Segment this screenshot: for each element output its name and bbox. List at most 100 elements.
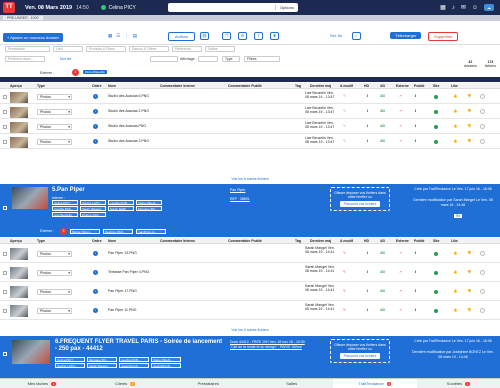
user-pill[interactable]: Mylène ASS... <box>80 212 106 217</box>
type-select[interactable]: Type <box>222 56 240 62</box>
user-pill[interactable]: Morgane BO... <box>87 357 117 362</box>
hd-icon[interactable]: ⬇ <box>366 308 369 312</box>
order-badge[interactable]: i <box>93 124 98 129</box>
col-43[interactable]: 4/3 <box>380 84 385 88</box>
external-pill[interactable]: Beatrice PAR... <box>103 229 133 234</box>
order-badge[interactable]: i <box>93 270 98 275</box>
browse-files-button[interactable]: Parcourir vos fichiers <box>339 201 381 207</box>
more-icon[interactable] <box>480 289 485 294</box>
lock-icon[interactable]: ♜ <box>270 32 279 40</box>
table-row[interactable]: Photos i Studio des Acacias.PNG Lise Beu… <box>0 120 500 134</box>
user-pill[interactable]: Joséphine B... <box>151 363 181 368</box>
col-apercu[interactable]: Aperçu <box>10 84 22 88</box>
ratio-43[interactable]: 4/3 <box>380 289 385 293</box>
col-like[interactable]: Like <box>451 239 458 243</box>
site-status-dot[interactable] <box>434 290 438 294</box>
table-row[interactable]: Photos i Studio des Acacias 3.PNG Lise B… <box>0 135 500 149</box>
col-nom[interactable]: Nom <box>108 239 116 243</box>
download-button[interactable]: Télécharger <box>390 32 422 39</box>
site-status-dot[interactable] <box>434 271 438 275</box>
export-icon[interactable]: ⇪ <box>254 32 263 40</box>
folder-banner[interactable]: 5.Pan Piper Pan Piper REF : 38891 Intern… <box>0 184 500 237</box>
dislike-icon[interactable]: 👎 <box>467 270 471 274</box>
user-pill[interactable]: Sarah Mangel <box>80 206 106 211</box>
row-checkbox[interactable] <box>3 125 7 129</box>
row-thumbnail[interactable] <box>10 248 28 260</box>
tree-view-icon[interactable]: ⋮ <box>124 33 129 39</box>
more-icon[interactable] <box>480 308 485 313</box>
folder-link[interactable]: Pan Piper <box>230 188 245 192</box>
folder-title[interactable]: 6.FREQUENT FLYER TRAVEL PARIS - Soirée d… <box>55 339 225 353</box>
site-status-dot[interactable] <box>434 252 438 256</box>
folder-thumbnail[interactable] <box>12 187 48 209</box>
dislike-icon[interactable]: 👎 <box>467 251 471 255</box>
table-row[interactable]: Photos i Pan Piper 13.PNG Sarah Mangel V… <box>0 245 500 263</box>
type-select[interactable]: Photos <box>37 94 72 100</box>
user-pill[interactable]: Joséphine B... <box>119 363 149 368</box>
type-select[interactable]: Photos <box>37 139 72 145</box>
place-filter[interactable]: Lieu <box>53 46 83 52</box>
user-pill[interactable]: Claire DELAI... <box>151 357 181 362</box>
publish-icon[interactable]: ⬇ <box>414 139 417 143</box>
col-publie[interactable]: Publié <box>414 239 425 243</box>
order-badge[interactable]: i <box>93 109 98 114</box>
type-select[interactable]: Photos <box>37 109 72 115</box>
file-name[interactable]: Studio des Acacias.PNG <box>108 124 146 128</box>
user-pill[interactable]: Camille BUF... <box>52 206 78 211</box>
hd-icon[interactable]: ⬇ <box>366 251 369 255</box>
publish-icon[interactable]: ⬇ <box>414 270 417 274</box>
ratio-43[interactable]: 4/3 <box>380 94 385 98</box>
show-more-link[interactable]: Voir les 6 autres fichiers <box>0 328 500 334</box>
edit-icon[interactable]: ✎ <box>343 308 346 312</box>
user-pill[interactable]: Celina PICY <box>55 357 85 362</box>
share-icon[interactable]: ↗ <box>399 270 402 274</box>
more-icon[interactable] <box>480 251 485 256</box>
edit-icon[interactable]: ✎ <box>343 139 346 143</box>
row-checkbox[interactable] <box>3 95 7 99</box>
col-publie[interactable]: Publié <box>414 84 425 88</box>
site-status-dot[interactable] <box>434 110 438 114</box>
provider-filter[interactable]: Prestataire <box>5 46 50 52</box>
mail-icon[interactable]: ✉ <box>461 4 466 11</box>
document-tab[interactable]: PRE-UNSER - 1000 <box>3 16 43 20</box>
col-hd[interactable]: HD <box>364 84 369 88</box>
date-filter[interactable] <box>150 56 178 62</box>
col-tag[interactable]: Tag <box>295 84 301 88</box>
publish-icon[interactable]: ⬇ <box>414 109 417 113</box>
settings-icon[interactable]: ⚙ <box>238 32 247 40</box>
list-view-icon[interactable]: ☰ <box>116 33 120 39</box>
filters-select[interactable]: Filtres <box>244 56 280 62</box>
row-checkbox[interactable] <box>3 252 7 256</box>
bell-icon[interactable]: ♪ <box>452 5 455 11</box>
publish-icon[interactable]: ⬇ <box>414 94 417 98</box>
publish-icon[interactable]: ⬇ <box>414 251 417 255</box>
grid-view-icon[interactable]: ▦ <box>108 33 112 39</box>
publish-icon[interactable]: ⬇ <box>414 308 417 312</box>
publish-icon[interactable]: ⬇ <box>414 124 417 128</box>
user-pill[interactable]: Lise Beuzelin <box>52 212 78 217</box>
hd-icon[interactable]: ⬇ <box>366 289 369 293</box>
dislike-icon[interactable]: 👎 <box>467 308 471 312</box>
external-user-pill[interactable]: Flora Mitasoffe <box>83 70 107 74</box>
tab-societes[interactable]: Sociétés 1 <box>417 379 500 388</box>
row-thumbnail[interactable] <box>10 107 28 118</box>
external-pill[interactable]: max@pm-pi... <box>136 229 166 234</box>
order-badge[interactable]: i <box>93 94 98 99</box>
share-icon[interactable]: ↗ <box>399 109 402 113</box>
col-site[interactable]: Site <box>433 239 439 243</box>
col-nom[interactable]: Nom <box>108 84 116 88</box>
dislike-icon[interactable]: 👎 <box>467 139 471 143</box>
col-site[interactable]: Site <box>433 84 439 88</box>
site-status-dot[interactable] <box>434 309 438 313</box>
ratio-43[interactable]: 4/3 <box>380 124 385 128</box>
order-badge[interactable]: i <box>93 308 98 313</box>
browse-files-button[interactable]: Parcourir vos fichiers <box>339 353 381 359</box>
folder-banner[interactable]: 6.FREQUENT FLYER TRAVEL PARIS - Soirée d… <box>0 336 500 378</box>
order-badge[interactable]: i <box>93 251 98 256</box>
products-filter[interactable]: Produits & Plans <box>86 46 126 52</box>
share-icon[interactable]: ↗ <box>399 251 402 255</box>
calendar-icon[interactable]: ▦ <box>440 4 446 11</box>
col-comment-interne[interactable]: Commentaire Interne <box>160 239 195 243</box>
user-status[interactable]: Celina PICY <box>100 5 136 11</box>
dislike-icon[interactable]: 👎 <box>467 289 471 293</box>
